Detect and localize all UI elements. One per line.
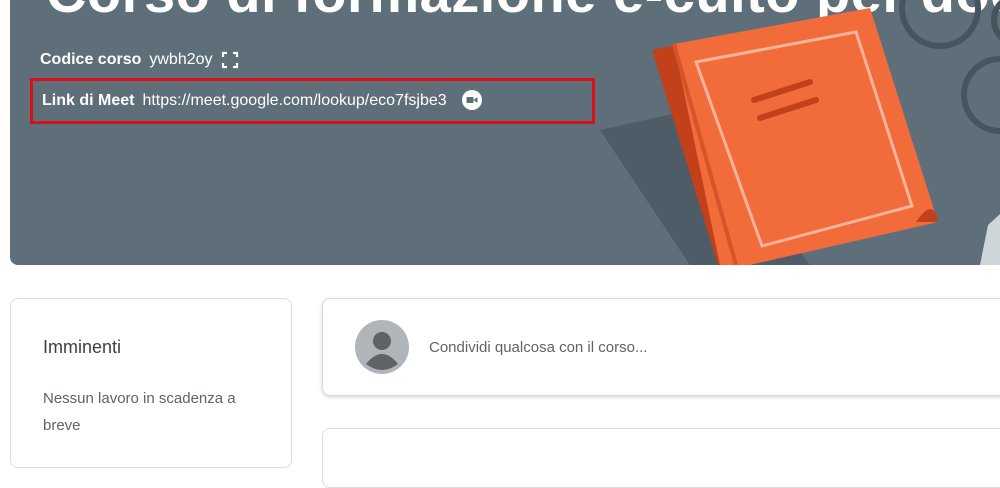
class-code-value[interactable]: ywbh2oy <box>149 51 212 69</box>
meet-link[interactable]: https://meet.google.com/lookup/eco7fsjbe… <box>142 92 446 110</box>
course-banner: Corso di formazione e-culto per docenti … <box>10 0 1000 265</box>
meet-link-row: Link di Meet https://meet.google.com/loo… <box>30 78 595 124</box>
book-illustration <box>600 0 1000 265</box>
avatar <box>355 320 409 374</box>
share-with-class-box[interactable]: Condividi qualcosa con il corso... <box>322 298 1000 396</box>
meet-link-label: Link di Meet <box>42 92 135 109</box>
upcoming-title: Imminenti <box>43 337 122 357</box>
share-placeholder: Condividi qualcosa con il corso... <box>429 338 648 356</box>
stream-post-card <box>322 428 1000 488</box>
fullscreen-icon[interactable] <box>221 51 239 69</box>
upcoming-card: Imminenti Nessun lavoro in scadenza a br… <box>10 298 292 468</box>
class-code-row: Codice corso ywbh2oy <box>40 47 239 73</box>
class-code-label: Codice corso <box>40 51 142 68</box>
upcoming-empty-text: Nessun lavoro in scadenza a breve <box>43 390 236 434</box>
meet-video-icon[interactable] <box>461 90 483 112</box>
